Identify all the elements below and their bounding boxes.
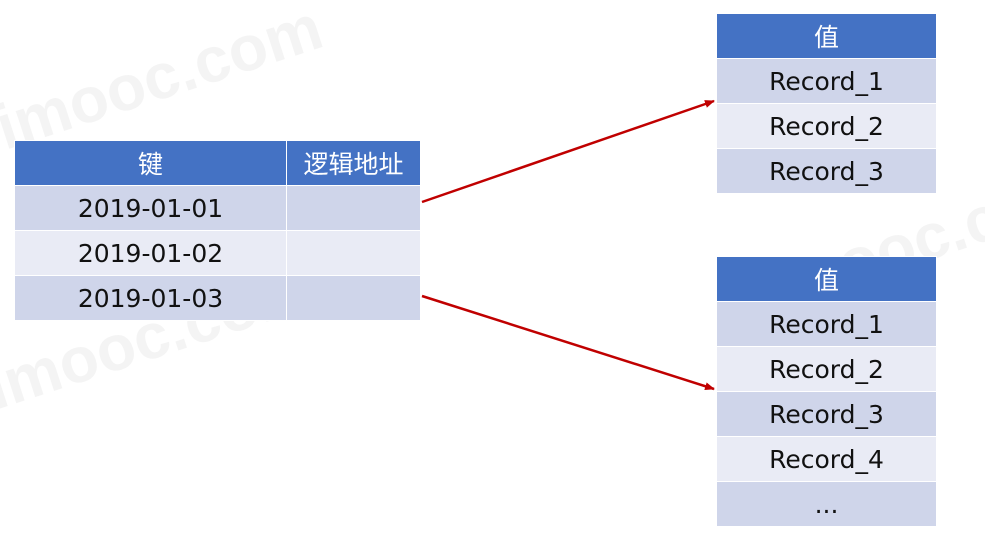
arrows-layer [421, 99, 715, 391]
arrow-to-value-table-2 [421, 294, 715, 391]
arrow-to-value-table-1 [421, 99, 715, 204]
